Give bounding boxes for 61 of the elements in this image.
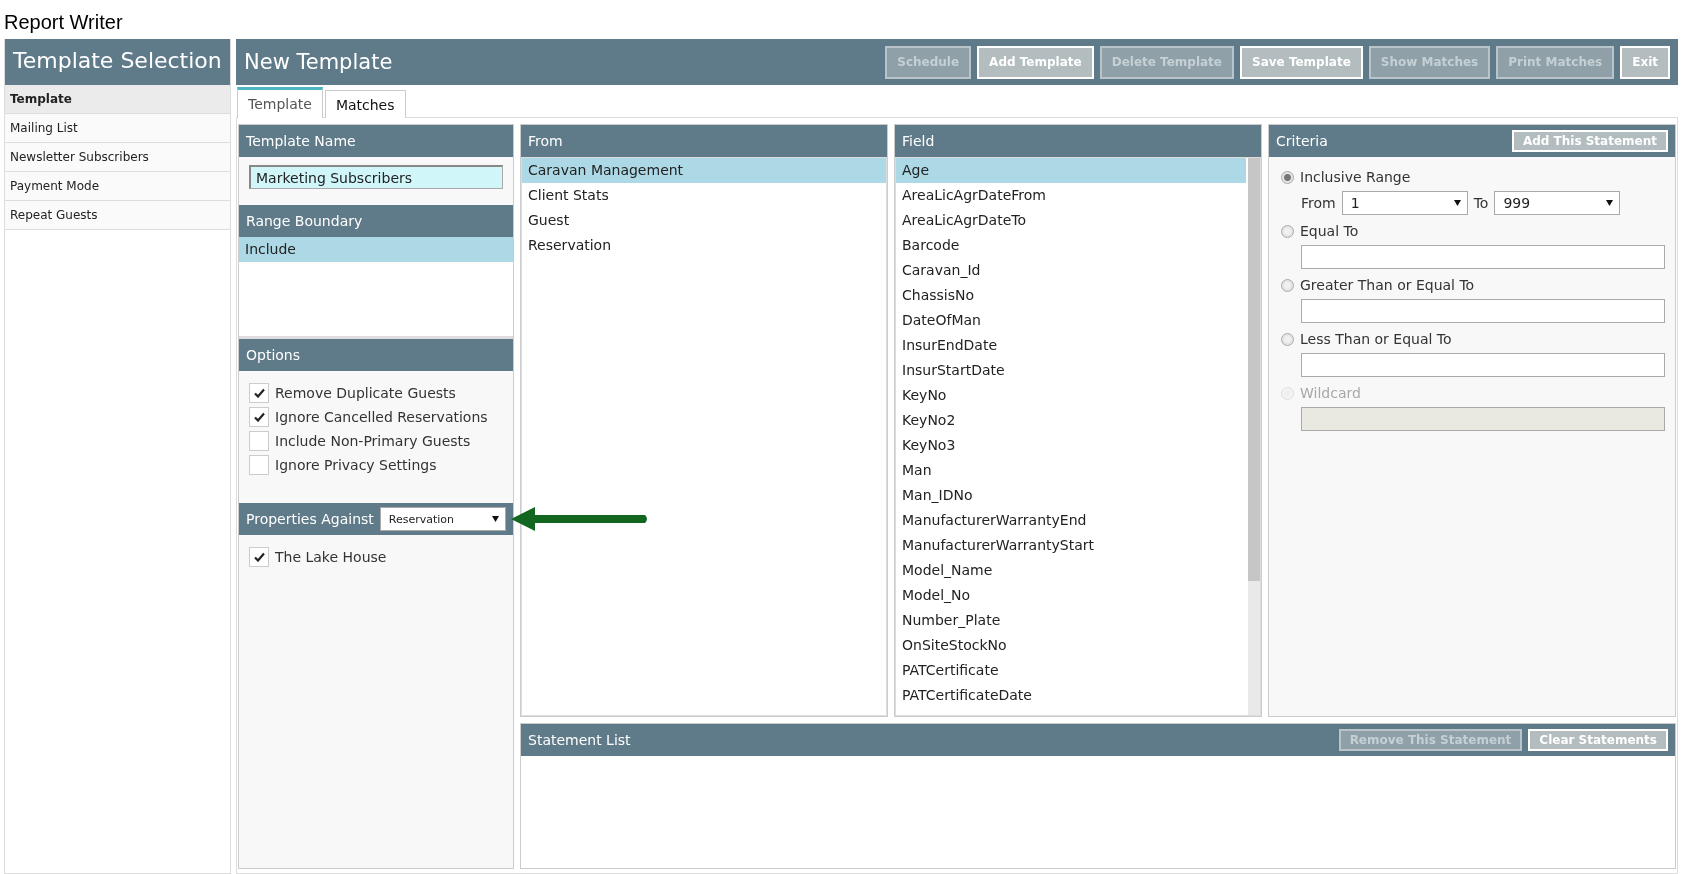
list-item[interactable]: Caravan_Id <box>896 258 1246 283</box>
list-item[interactable]: InsurEndDate <box>896 333 1246 358</box>
list-item[interactable]: AreaLicAgrDateTo <box>896 208 1246 233</box>
panel-title: Criteria <box>1276 133 1329 149</box>
list-item[interactable]: Client Stats <box>522 183 886 208</box>
checkbox-label: Remove Duplicate Guests <box>275 385 456 401</box>
list-item[interactable]: AreaLicAgrDateFrom <box>896 183 1246 208</box>
sidebar-item[interactable]: Payment Mode <box>5 172 230 201</box>
radio-label: Wildcard <box>1300 385 1361 401</box>
list-item[interactable]: Caravan Management <box>522 158 886 183</box>
panel-title: Range Boundary <box>246 213 364 229</box>
list-item[interactable]: PATCertificateDate <box>896 683 1246 708</box>
list-item[interactable]: Man <box>896 458 1246 483</box>
radio-label: Inclusive Range <box>1300 169 1411 185</box>
panel-title: Template Name <box>246 133 357 149</box>
from-dropdown[interactable]: 1 <box>1341 191 1468 215</box>
sidebar-item[interactable]: Mailing List <box>5 114 230 143</box>
list-item[interactable]: Age <box>896 158 1246 183</box>
list-item[interactable]: Guest <box>522 208 886 233</box>
list-item[interactable]: Include <box>239 237 513 262</box>
panel-title: Properties Against <box>246 511 374 527</box>
checkbox-label: Ignore Cancelled Reservations <box>275 409 488 425</box>
tab[interactable]: Matches <box>324 90 406 118</box>
radio-label: Greater Than or Equal To <box>1300 277 1475 293</box>
list-item[interactable]: InsurStartDate <box>896 358 1246 383</box>
list-item[interactable]: KeyNo2 <box>896 408 1246 433</box>
list-item[interactable]: Number_Plate <box>896 608 1246 633</box>
radio-label: Less Than or Equal To <box>1300 331 1452 347</box>
to-dropdown[interactable]: 999 <box>1494 191 1621 215</box>
radio-label: Equal To <box>1300 223 1359 239</box>
panel-title: From <box>528 133 564 149</box>
list-item[interactable]: Man_IDNo <box>896 483 1246 508</box>
list-item[interactable]: DateOfMan <box>896 308 1246 333</box>
list-item[interactable]: ManufacturerWarrantyEnd <box>896 508 1246 533</box>
list-item[interactable]: ChassisNo <box>896 283 1246 308</box>
checkbox-label: Ignore Privacy Settings <box>275 457 437 473</box>
list-item[interactable]: ManufacturerWarrantyStart <box>896 533 1246 558</box>
template-name-field[interactable]: Marketing Subscribers <box>249 165 503 189</box>
to-label: To <box>1473 195 1489 211</box>
properties-dropdown[interactable]: Reservation <box>379 507 506 531</box>
list-item[interactable]: KeyNo3 <box>896 433 1246 458</box>
sidebar-item[interactable]: Newsletter Subscribers <box>5 143 230 172</box>
page-title: New Template <box>244 50 394 74</box>
panel-title: Options <box>246 347 302 363</box>
list-item[interactable]: Reservation <box>522 233 886 258</box>
panel-title: Statement List <box>528 732 632 748</box>
checkbox-label: Include Non-Primary Guests <box>275 433 471 449</box>
app-title: Report Writer <box>4 10 124 35</box>
from-label: From <box>1301 195 1336 211</box>
list-item[interactable]: PATCertificate <box>896 658 1246 683</box>
tab[interactable]: Template <box>237 87 323 118</box>
list-item[interactable]: KeyNo <box>896 383 1246 408</box>
list-item[interactable]: OnSiteStockNo <box>896 633 1246 658</box>
panel-title: Field <box>902 133 936 149</box>
list-item[interactable]: Barcode <box>896 233 1246 258</box>
sidebar-item[interactable]: Template <box>5 85 230 114</box>
checkbox-label: The Lake House <box>275 549 387 565</box>
sidebar-title: Template Selection <box>5 39 230 85</box>
list-item[interactable]: Model_No <box>896 583 1246 608</box>
list-item[interactable]: Model_Name <box>896 558 1246 583</box>
sidebar-item[interactable]: Repeat Guests <box>5 201 230 230</box>
